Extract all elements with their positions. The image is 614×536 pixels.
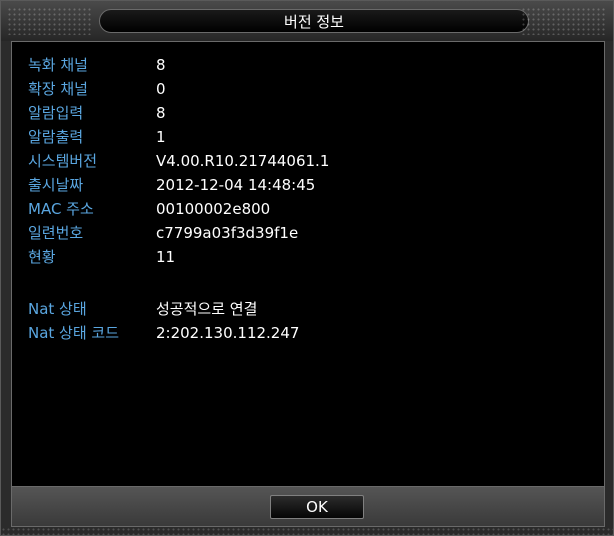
info-label: 현황	[28, 248, 56, 266]
info-value: 8	[156, 104, 166, 122]
info-label: 알람입력	[28, 104, 84, 122]
info-label: 녹화 채널	[28, 56, 88, 74]
info-label: 일련번호	[28, 224, 84, 242]
info-label: 확장 채널	[28, 80, 88, 98]
ok-button[interactable]: OK	[270, 495, 364, 519]
title-bar[interactable]: 버전 정보	[1, 1, 613, 41]
title-grip-right	[521, 7, 607, 35]
info-value: V4.00.R10.21744061.1	[156, 152, 330, 170]
info-value: 0	[156, 80, 166, 98]
info-value: 1	[156, 128, 166, 146]
dialog-footer: OK	[11, 487, 605, 527]
title-grip-left	[7, 7, 93, 35]
info-label: MAC 주소	[28, 200, 94, 218]
nat-label: Nat 상태 코드	[28, 324, 120, 342]
nat-value: 성공적으로 연결	[156, 300, 258, 318]
dialog-title: 버전 정보	[99, 9, 529, 33]
nat-value: 2:202.130.112.247	[156, 324, 300, 342]
info-value: 8	[156, 56, 166, 74]
info-value: 00100002e800	[156, 200, 271, 218]
version-info-dialog: 버전 정보 녹화 채널 8 확장 채널 0 알람입력 8 알람출력 1 시스템버…	[0, 0, 614, 536]
info-value: 11	[156, 248, 176, 266]
nat-label: Nat 상태	[28, 300, 87, 318]
info-panel: 녹화 채널 8 확장 채널 0 알람입력 8 알람출력 1 시스템버전 V4.0…	[11, 41, 605, 487]
info-label: 시스템버전	[28, 152, 98, 170]
info-value: c7799a03f3d39f1e	[156, 224, 299, 242]
info-value: 2012-12-04 14:48:45	[156, 176, 316, 194]
info-label: 출시날짜	[28, 176, 84, 194]
bottom-grip	[1, 527, 613, 535]
info-label: 알람출력	[28, 128, 84, 146]
